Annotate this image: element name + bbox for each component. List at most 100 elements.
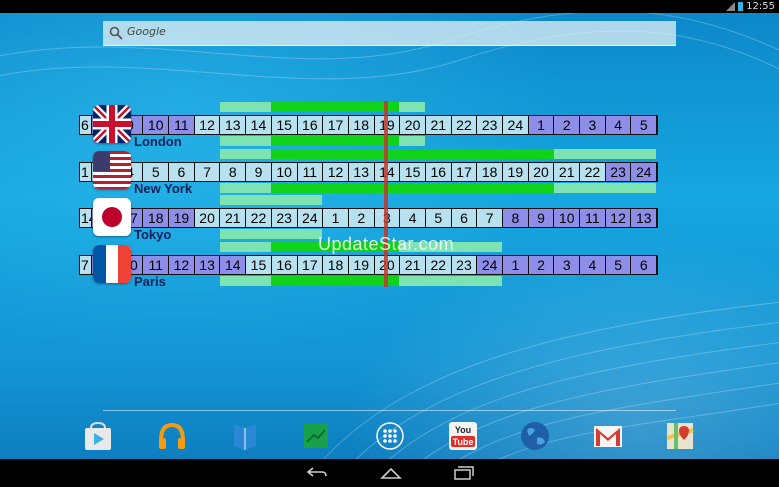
hour-cell: 18 — [348, 116, 375, 134]
hour-cell: 1 — [80, 163, 92, 181]
hour-cell: 15 — [246, 256, 272, 274]
hour-cell: 6 — [631, 256, 658, 274]
work-hours-band — [219, 229, 323, 239]
hour-cell: 5 — [143, 163, 170, 181]
hour-cell: 2 — [348, 209, 375, 227]
hour-cell: 7 — [80, 256, 92, 274]
search-icon — [109, 25, 123, 44]
hour-cell: 19 — [348, 256, 375, 274]
hour-cell: 11 — [143, 256, 170, 274]
hour-cell: 21 — [220, 209, 247, 227]
core-hours-band — [270, 102, 400, 112]
hour-cell: 12 — [605, 209, 632, 227]
navigation-bar — [0, 459, 779, 487]
hour-cell: 13 — [194, 256, 221, 274]
home-icon[interactable] — [380, 465, 402, 484]
youtube-icon[interactable]: You Tube — [447, 420, 479, 452]
hour-cell: 19 — [169, 209, 195, 227]
hour-cell: 13 — [631, 209, 658, 227]
hour-cell: 24 — [631, 163, 658, 181]
hour-cell: 10 — [143, 116, 170, 134]
hour-cell: 7 — [194, 163, 221, 181]
hour-cell: 18 — [143, 209, 170, 227]
clock: 12:55 — [746, 1, 775, 12]
hour-cell: 21 — [425, 116, 452, 134]
hour-row-paris[interactable]: 79101112131415161718192021222324123456 — [79, 255, 659, 275]
signal-icon — [726, 2, 735, 11]
hour-cell: 15 — [400, 163, 426, 181]
earth-icon[interactable] — [519, 420, 551, 452]
back-icon[interactable] — [306, 465, 328, 484]
hour-cell: 5 — [425, 209, 452, 227]
dock-divider — [103, 410, 676, 411]
hour-cell: 17 — [323, 116, 349, 134]
city-label: London — [134, 134, 182, 149]
hour-cell: 16 — [297, 116, 324, 134]
app-drawer-icon[interactable] — [374, 420, 406, 452]
hour-cell: 17 — [297, 256, 324, 274]
core-hours-band — [270, 183, 554, 193]
hour-cell: 16 — [425, 163, 452, 181]
hour-cell: 23 — [477, 116, 503, 134]
hour-cell: 3 — [580, 116, 606, 134]
hour-cell: 20 — [194, 209, 221, 227]
hour-cell: 9 — [528, 209, 555, 227]
hour-cell: 24 — [503, 116, 529, 134]
hour-cell: 12 — [323, 163, 349, 181]
gmail-icon[interactable] — [592, 420, 624, 452]
hour-cell: 11 — [169, 116, 195, 134]
hour-cell: 10 — [271, 163, 298, 181]
hour-cell: 2 — [528, 256, 555, 274]
hour-cell: 10 — [554, 209, 581, 227]
hour-cell: 2 — [554, 116, 581, 134]
hour-cell: 22 — [580, 163, 606, 181]
hour-cell: 19 — [503, 163, 529, 181]
city-label: Paris — [134, 274, 166, 289]
sheets-icon[interactable] — [300, 420, 332, 452]
hour-cell: 11 — [297, 163, 324, 181]
hour-cell: 17 — [451, 163, 478, 181]
hour-cell: 16 — [271, 256, 298, 274]
hour-cell: 21 — [400, 256, 426, 274]
hour-cell: 14 — [80, 209, 92, 227]
hour-cell: 20 — [400, 116, 426, 134]
hour-cell: 21 — [554, 163, 581, 181]
hour-cell: 23 — [451, 256, 478, 274]
hour-row-new-york[interactable]: 13456789101112131415161718192021222324 — [79, 162, 659, 182]
recent-apps-icon[interactable] — [453, 465, 475, 484]
maps-icon[interactable] — [664, 420, 696, 452]
hour-cell: 22 — [246, 209, 272, 227]
hour-row-london[interactable]: 68910111213141516171819202122232412345 — [79, 115, 659, 135]
hour-cell: 14 — [246, 116, 272, 134]
work-hours-band — [219, 195, 323, 205]
battery-icon — [738, 2, 743, 11]
play-store-icon[interactable] — [82, 420, 114, 452]
paris-flag-icon — [93, 245, 131, 283]
city-label: Tokyo — [134, 227, 172, 242]
hour-cell: 18 — [323, 256, 349, 274]
play-books-icon[interactable] — [229, 420, 261, 452]
hour-cell: 6 — [451, 209, 478, 227]
hour-cell: 4 — [400, 209, 426, 227]
hour-cell: 13 — [220, 116, 247, 134]
hour-cell: 4 — [580, 256, 606, 274]
status-bar: 12:55 — [0, 0, 779, 13]
hour-cell: 8 — [220, 163, 247, 181]
play-music-icon[interactable] — [156, 420, 188, 452]
hour-cell: 5 — [631, 116, 658, 134]
hour-cell: 6 — [169, 163, 195, 181]
new-york-flag-icon — [93, 151, 131, 189]
hour-cell: 13 — [348, 163, 375, 181]
hour-row-tokyo[interactable]: 1416171819202122232412345678910111213 — [79, 208, 659, 228]
google-search-bar[interactable]: Google — [103, 21, 676, 46]
search-placeholder: Google — [127, 25, 166, 38]
watermark: UpdateStar.com — [318, 234, 455, 254]
hour-cell: 1 — [528, 116, 555, 134]
hour-cell: 3 — [554, 256, 581, 274]
hour-cell: 9 — [246, 163, 272, 181]
city-label: New York — [134, 181, 193, 196]
hour-cell: 24 — [477, 256, 503, 274]
hour-cell: 14 — [220, 256, 247, 274]
hour-cell: 22 — [425, 256, 452, 274]
hour-cell: 1 — [323, 209, 349, 227]
